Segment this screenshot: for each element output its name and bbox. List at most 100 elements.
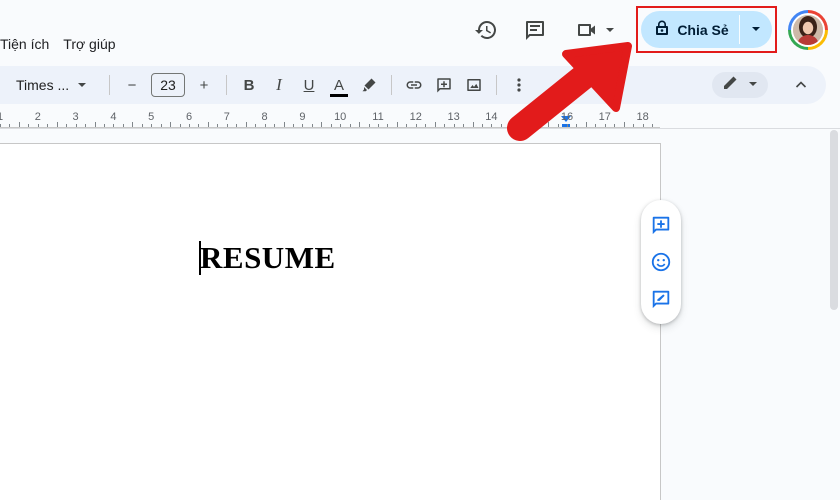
share-label: Chia Sẻ <box>677 21 729 38</box>
link-icon[interactable] <box>401 72 427 98</box>
add-comment-icon[interactable] <box>431 72 457 98</box>
font-size-input[interactable]: 23 <box>151 73 185 97</box>
text-color-button[interactable]: A <box>326 72 352 98</box>
ruler-tick <box>368 124 370 127</box>
ruler-tick <box>255 124 257 127</box>
menu-item-help[interactable]: Trợ giúp <box>63 36 115 52</box>
ruler-label: 14 <box>485 111 498 123</box>
ruler-tick <box>652 124 654 127</box>
toolbar-divider <box>496 75 497 95</box>
ruler-tick <box>207 122 209 127</box>
ruler-tick <box>283 122 285 127</box>
doc-header: Tiện ích Trợ giúp Chia Sẻ <box>0 0 840 62</box>
ruler-label: 4 <box>110 111 117 123</box>
text-color-label: A <box>333 76 344 94</box>
ruler-tick <box>491 124 493 127</box>
user-avatar-image <box>793 15 823 45</box>
ruler-tick <box>264 124 266 127</box>
ruler-tick <box>321 122 323 127</box>
ruler-tick <box>47 124 49 127</box>
emoji-reaction-icon[interactable] <box>647 248 675 276</box>
ruler-tick <box>434 122 436 127</box>
ruler-label: 5 <box>148 111 155 123</box>
document-page[interactable]: RESUME <box>0 143 661 500</box>
ruler-tick <box>642 124 644 127</box>
font-size-decrease-button[interactable]: − <box>119 72 145 98</box>
chevron-down-icon <box>751 21 761 39</box>
suggest-edit-icon[interactable] <box>647 285 675 313</box>
ruler-tick <box>189 124 190 127</box>
ruler-label: 2 <box>34 111 41 123</box>
image-icon[interactable] <box>461 72 487 98</box>
ruler-label: 7 <box>223 111 230 123</box>
ruler-tick <box>330 124 332 127</box>
toolbar-divider <box>391 75 392 95</box>
ruler-tick <box>387 124 389 127</box>
font-family-value: Times ... <box>16 77 70 93</box>
ruler-tick <box>179 124 181 127</box>
ruler-label: 8 <box>261 111 268 123</box>
ruler-tick <box>472 122 474 127</box>
document-heading[interactable]: RESUME <box>200 240 336 276</box>
ruler-label: 6 <box>185 111 193 123</box>
menu-item-extensions[interactable]: Tiện ích <box>0 36 49 52</box>
ruler-tick <box>66 124 68 127</box>
ruler-tick <box>378 124 379 127</box>
text-color-swatch <box>330 94 348 97</box>
ruler-tick <box>37 124 39 127</box>
share-button[interactable]: Chia Sẻ <box>641 11 739 48</box>
toolbar-divider <box>226 75 227 95</box>
ruler-tick <box>481 124 483 127</box>
ruler-label: 3 <box>72 111 79 123</box>
ruler-tick <box>28 124 30 127</box>
ruler-tick <box>198 124 200 127</box>
ruler-tick <box>103 124 105 127</box>
ruler-tick <box>396 122 398 127</box>
menu-bar: Tiện ích Trợ giúp <box>0 36 116 52</box>
share-highlight-box: Chia Sẻ <box>636 6 777 53</box>
ruler-tick <box>9 124 11 127</box>
bold-button[interactable]: B <box>236 72 262 98</box>
ruler-label: 1 <box>0 111 3 123</box>
collapse-icon[interactable] <box>788 72 814 98</box>
ruler-tick <box>141 124 143 127</box>
ruler-label: 11 <box>372 111 384 123</box>
avatar[interactable] <box>788 10 828 50</box>
history-icon[interactable] <box>470 14 502 46</box>
ruler-tick <box>453 124 455 127</box>
ruler-tick <box>415 124 417 127</box>
ruler-tick <box>463 124 465 127</box>
ruler-label: 10 <box>334 111 347 123</box>
vertical-scrollbar[interactable] <box>830 130 838 310</box>
share-dropdown-button[interactable] <box>740 11 772 48</box>
font-size-increase-button[interactable]: + <box>191 72 217 98</box>
ruler-tick <box>236 124 238 127</box>
ruler-tick <box>292 124 294 127</box>
add-comment-icon[interactable] <box>647 211 675 239</box>
ruler-tick <box>151 124 153 127</box>
highlighter-icon[interactable] <box>356 72 382 98</box>
side-action-bar <box>641 200 681 324</box>
italic-button[interactable]: I <box>266 72 292 98</box>
underline-button[interactable]: U <box>296 72 322 98</box>
ruler-tick <box>302 124 304 127</box>
edit-mode-icon <box>722 75 738 96</box>
toolbar-divider <box>109 75 110 95</box>
editing-mode-button[interactable] <box>712 72 768 98</box>
ruler-tick <box>56 122 58 127</box>
ruler-tick <box>425 124 427 127</box>
canvas-divider <box>0 128 840 129</box>
share-button-group: Chia Sẻ <box>641 11 772 48</box>
ruler-tick <box>18 122 20 127</box>
ruler-tick <box>170 122 172 127</box>
ruler-tick <box>340 124 342 127</box>
ruler-tick <box>94 122 96 127</box>
chevron-down-icon <box>77 77 87 93</box>
ruler-tick <box>359 122 361 127</box>
ruler-label: 13 <box>447 111 460 123</box>
ruler-tick <box>160 124 162 127</box>
font-family-select[interactable]: Times ... <box>16 77 102 93</box>
formatting-toolbar: Times ... − 23 + B I U A <box>0 66 826 104</box>
ruler-tick <box>122 124 124 127</box>
share-divider <box>739 15 740 44</box>
